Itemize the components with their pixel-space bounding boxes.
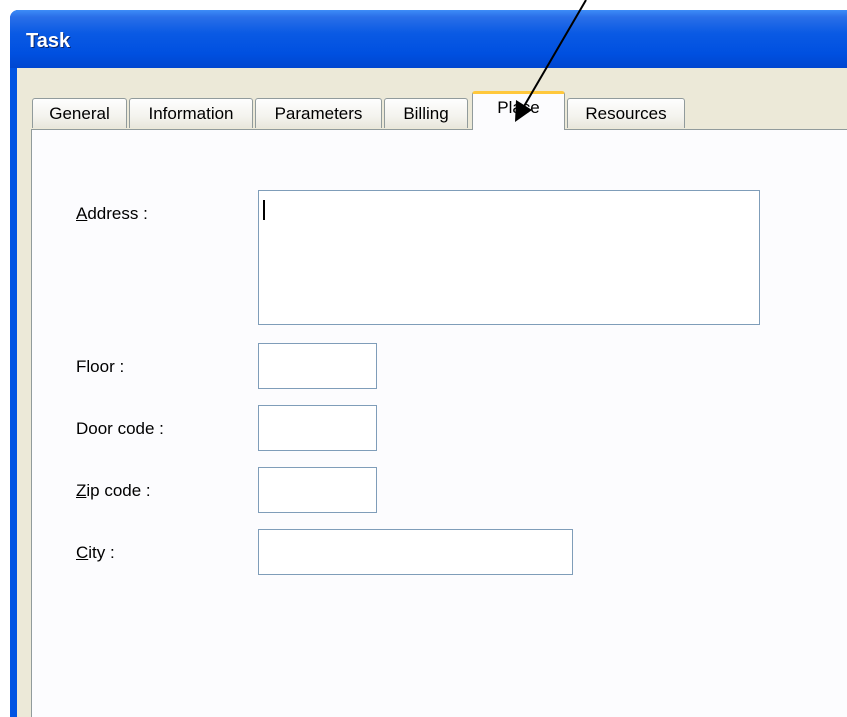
task-window: Task General Information Parameters Bill… [10,10,847,717]
tab-place[interactable]: Place [472,91,565,130]
address-label-accel: A [76,204,88,223]
city-label-accel: C [76,543,89,562]
tab-parameters[interactable]: Parameters [255,98,382,128]
city-label-rest: ity : [88,543,115,562]
zip-code-input[interactable] [258,467,377,513]
address-label-rest: ddress : [87,204,148,223]
address-label: Address : [76,204,148,224]
city-input[interactable] [258,529,573,575]
window-title: Task [26,30,71,52]
zip-code-label: Zip code : [76,481,151,501]
tab-general[interactable]: General [32,98,127,128]
dialog-client-area: General Information Parameters Billing P… [17,68,847,717]
zip-code-label-rest: ip code : [86,481,151,500]
zip-code-label-accel: Z [76,481,87,500]
title-bar[interactable]: Task [10,10,847,68]
tab-resources[interactable]: Resources [567,98,685,128]
door-code-input[interactable] [258,405,377,451]
door-code-label: Door code : [76,419,164,438]
tab-billing[interactable]: Billing [384,98,468,128]
address-textarea[interactable] [258,190,760,325]
floor-input[interactable] [258,343,377,389]
tab-strip: General Information Parameters Billing P… [32,91,732,131]
text-caret [263,200,265,220]
tab-information[interactable]: Information [129,98,253,128]
floor-label: Floor : [76,357,125,376]
city-label: City : [76,543,115,563]
